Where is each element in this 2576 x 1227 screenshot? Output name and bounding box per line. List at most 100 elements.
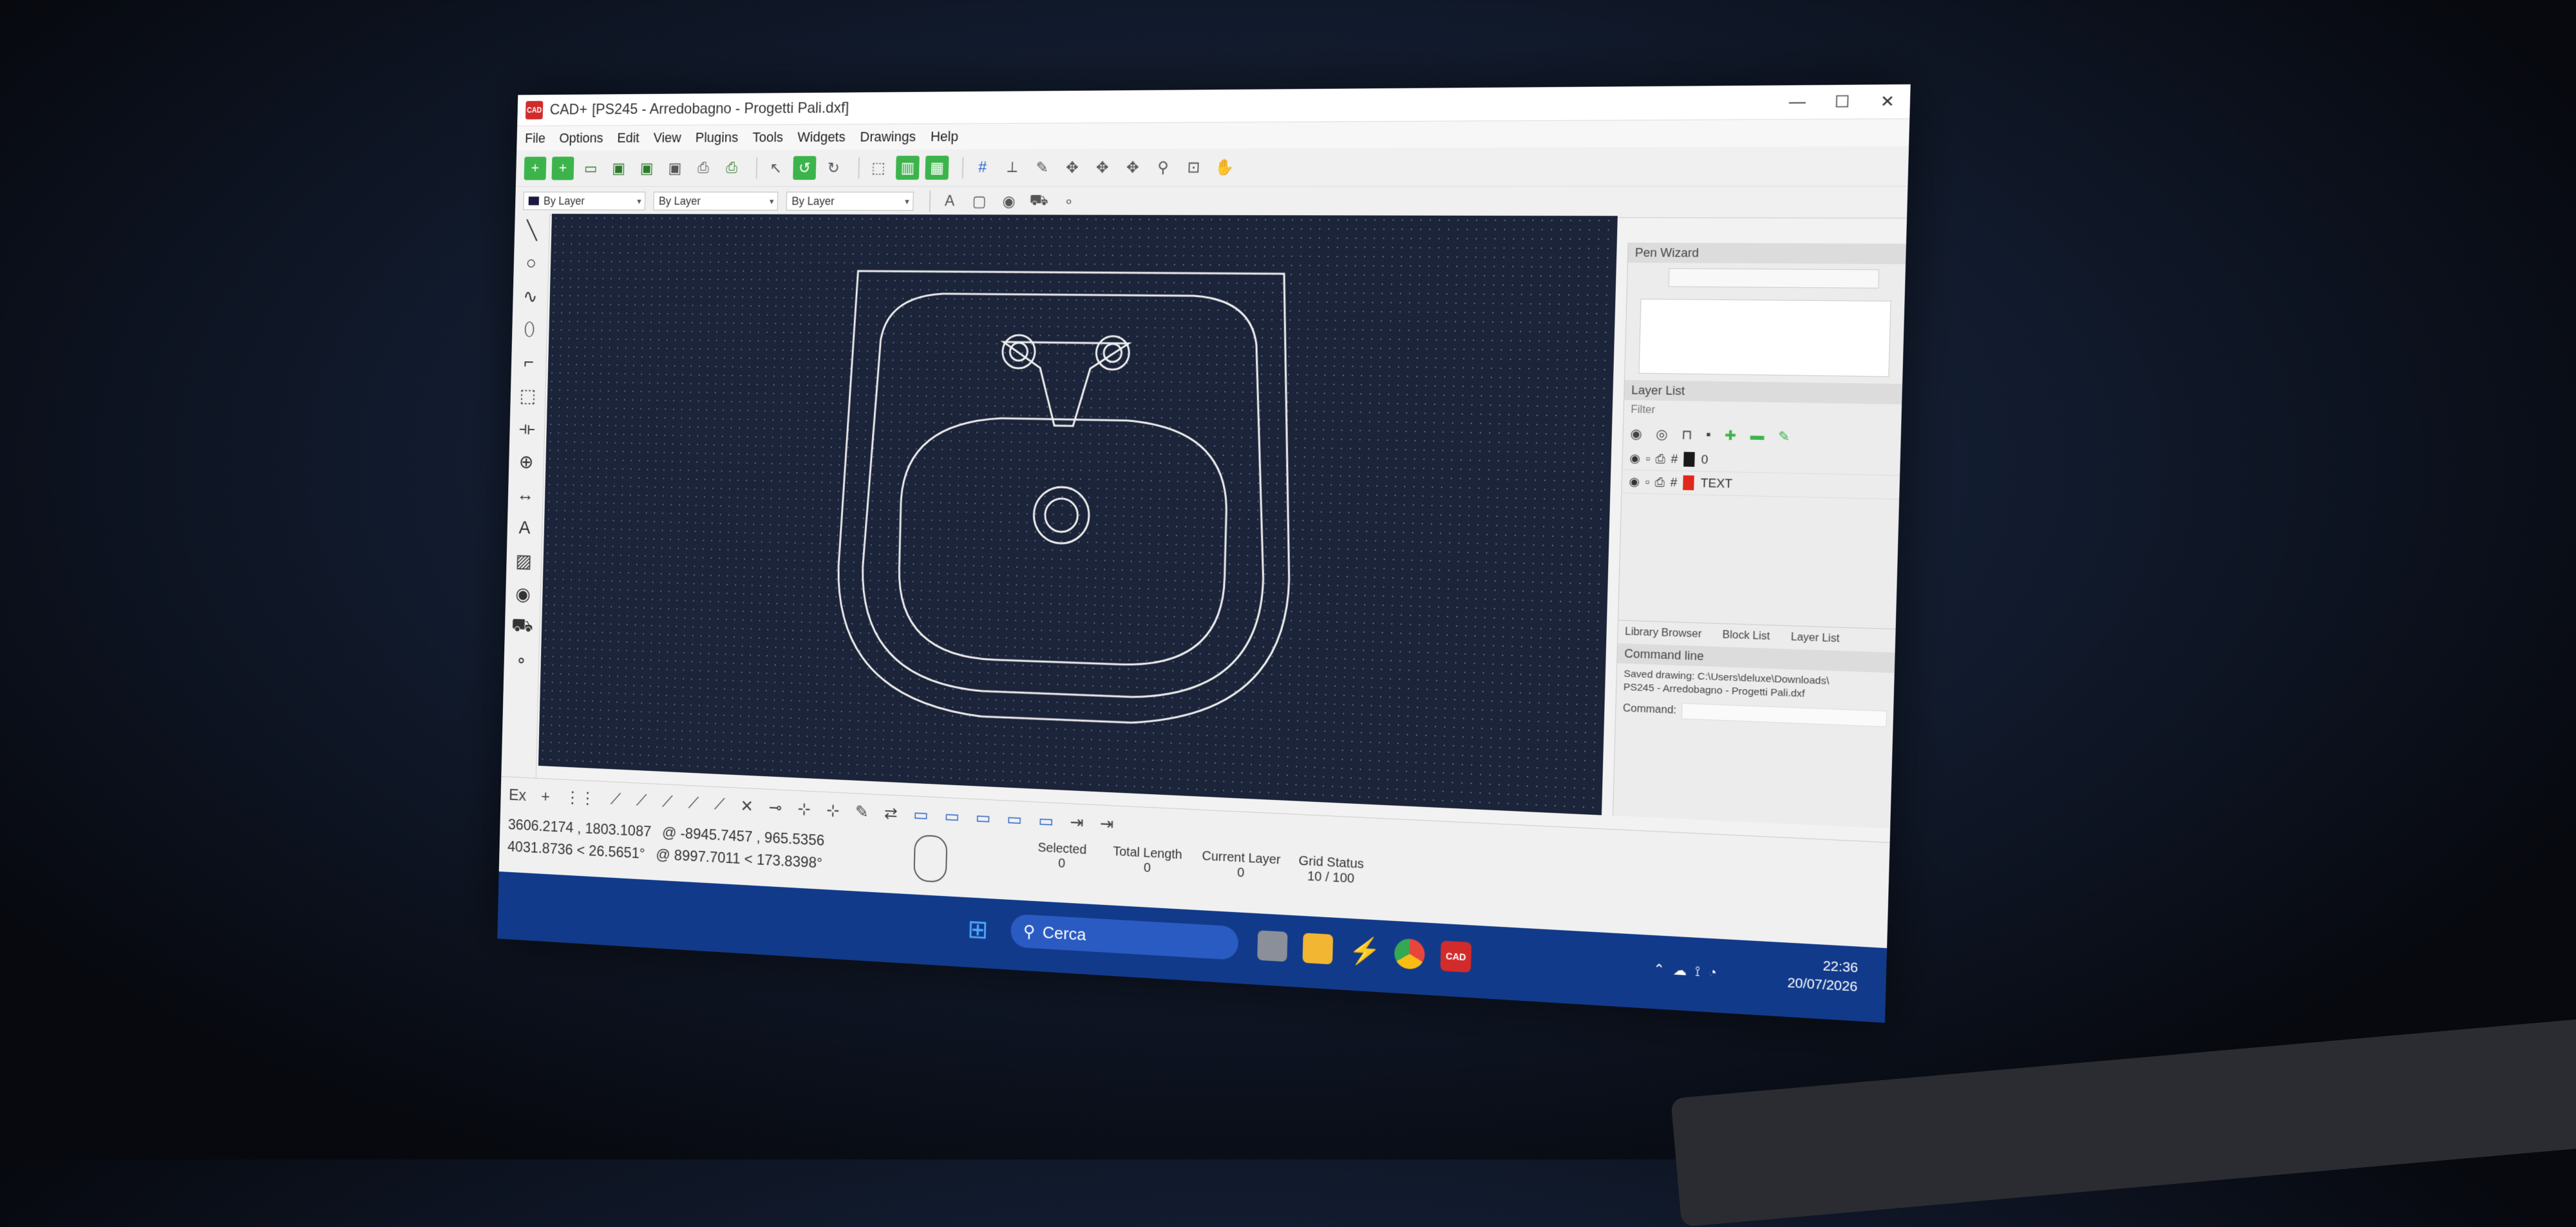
grid-icon[interactable]: # [971,156,994,180]
snap-intersection-icon[interactable]: ✕ [740,796,753,816]
block-icon[interactable]: ▥ [895,155,920,180]
snap-distance-icon[interactable]: ⟋ [714,794,725,815]
view-monitor-icon[interactable]: ▭ [975,807,990,828]
block-icon[interactable]: ⛟ [504,610,540,644]
snap-free-icon[interactable]: + [541,786,550,806]
restrict-vertical-icon[interactable]: ⊹ [797,799,811,819]
snap-grid-icon[interactable]: ⋮⋮ [565,788,596,808]
menu-file[interactable]: File [525,130,545,146]
windows-start-icon[interactable]: ⊞ [967,915,995,945]
task-view-icon[interactable] [1257,930,1288,962]
maximize-button[interactable]: ☐ [1819,92,1865,112]
point-icon[interactable]: ∘ [504,643,539,677]
save-as-icon[interactable]: ▣ [635,157,658,180]
vehicle-block-icon[interactable]: ⛟ [1027,189,1051,214]
tab-layer-list[interactable]: Layer List [1791,632,1840,645]
new-file-icon[interactable]: + [524,157,547,180]
save-icon[interactable]: ▣ [607,157,630,180]
construction-icon[interactable]: # [1671,452,1678,466]
menu-widgets[interactable]: Widgets [797,129,846,146]
save-all-icon[interactable]: ▣ [663,157,687,180]
lock-icon[interactable]: ▫ [1645,475,1649,489]
print-preview-icon[interactable]: ⎙ [720,157,743,180]
zoom-auto-icon[interactable]: ✥ [1121,155,1145,180]
new-template-icon[interactable]: + [551,157,574,180]
eye-icon[interactable]: ◉ [1629,475,1640,489]
minimize-button[interactable]: — [1775,92,1820,112]
camera-icon[interactable]: ◉ [506,577,541,611]
select-icon[interactable]: ⬚ [510,379,545,412]
file-explorer-icon[interactable] [1302,933,1334,965]
linetype-selector[interactable]: By Layer ▾ [653,191,779,211]
construction-icon[interactable]: # [1670,475,1677,490]
view-monitor-icon[interactable]: ▭ [944,806,960,826]
zoom-previous-icon[interactable]: ⚲ [1151,155,1175,180]
lock-icon[interactable]: ▫ [1645,452,1650,466]
camera-icon[interactable]: ◉ [997,189,1021,214]
polyline-icon[interactable]: ⌐ [511,346,546,379]
tab-block-list[interactable]: Block List [1722,629,1770,643]
select-window-icon[interactable]: ⬚ [866,156,890,180]
snap-icon[interactable]: ⊕ [509,445,544,479]
undo-icon[interactable]: ↺ [793,156,817,180]
linewidth-selector[interactable]: By Layer ▾ [786,191,914,211]
view-monitor-icon[interactable]: ▭ [1038,810,1054,831]
circle-icon[interactable]: ○ [513,247,549,280]
layer-color-swatch[interactable] [1682,475,1694,491]
clock[interactable]: 22:36 20/07/2026 [1787,955,1859,996]
system-tray-icons[interactable]: ⌃☁⟟◔ [1653,960,1725,981]
tab-library-browser[interactable]: Library Browser [1625,626,1702,641]
unlock-all-icon[interactable]: ⊓ [1681,426,1692,442]
menu-drawings[interactable]: Drawings [860,129,916,146]
snap-exclusive-toggle[interactable]: Ex [509,785,527,805]
hatch-icon[interactable]: ▨ [506,544,542,578]
text-icon[interactable]: A [507,511,542,545]
snap-center-icon[interactable]: ⟋ [662,792,673,813]
color-selector[interactable]: By Layer ▾ [523,191,646,211]
remove-layer-icon[interactable]: ▬ [1750,428,1764,443]
text-style-icon[interactable]: A [938,189,961,213]
pointer-icon[interactable]: ↖ [764,156,788,180]
ortho-icon[interactable]: ⟂ [1000,155,1025,180]
add-layer-icon[interactable]: ✚ [1725,427,1737,444]
view-monitor-icon[interactable]: ▭ [1007,809,1022,830]
point-icon[interactable]: ∘ [1057,189,1081,214]
zoom-pan-icon[interactable]: ✋ [1212,155,1237,180]
print-icon[interactable]: ⎙ [1656,452,1666,466]
cad-taskbar-icon[interactable]: CAD [1440,940,1472,973]
layer-color-swatch[interactable] [1683,452,1695,467]
print-icon[interactable]: ⎙ [692,157,715,180]
lock-all-icon[interactable]: ▪ [1706,427,1711,442]
insert-column-icon[interactable]: ⇥ [1070,812,1084,833]
show-all-icon[interactable]: ◉ [1630,425,1642,442]
lock-relative-zero-icon[interactable]: ⇄ [884,803,898,823]
restrict-horizontal-icon[interactable]: ⊸ [769,797,782,817]
open-folder-icon[interactable]: ▭ [580,157,602,180]
print-icon[interactable]: ⎙ [1655,475,1665,490]
restrict-ortho-icon[interactable]: ⊹ [826,800,840,820]
chrome-icon[interactable] [1394,938,1425,970]
spline-icon[interactable]: ∿ [513,280,548,313]
menu-help[interactable]: Help [931,128,959,145]
menu-view[interactable]: View [653,129,681,146]
taskbar-search[interactable]: ⚲ Cerca [1010,913,1239,960]
zoom-out-icon[interactable]: ✥ [1090,155,1115,180]
menu-options[interactable]: Options [559,130,603,146]
snap-entity-icon[interactable]: ⟋ [636,791,647,811]
ellipse-icon[interactable]: ⬯ [512,313,547,347]
command-input[interactable] [1681,703,1888,727]
measure-icon[interactable]: ↔ [507,478,543,512]
snap-middle-icon[interactable]: ⟋ [688,793,699,813]
image-frame-icon[interactable]: ▢ [967,189,991,214]
eye-icon[interactable]: ◉ [1629,451,1640,465]
insert-column-icon[interactable]: ⇥ [1100,813,1114,834]
snap-endpoint-icon[interactable]: ⟋ [610,790,621,810]
edit-layer-icon[interactable]: ✎ [1778,428,1790,445]
draft-icon[interactable]: ✎ [1030,155,1054,180]
close-button[interactable]: ✕ [1864,91,1910,111]
zoom-window-icon[interactable]: ⊡ [1181,155,1206,180]
hide-all-icon[interactable]: ◎ [1656,426,1668,442]
redo-icon[interactable]: ↻ [822,156,846,180]
zoom-in-icon[interactable]: ✥ [1060,155,1084,180]
vscode-icon[interactable]: ⚡ [1348,935,1381,967]
